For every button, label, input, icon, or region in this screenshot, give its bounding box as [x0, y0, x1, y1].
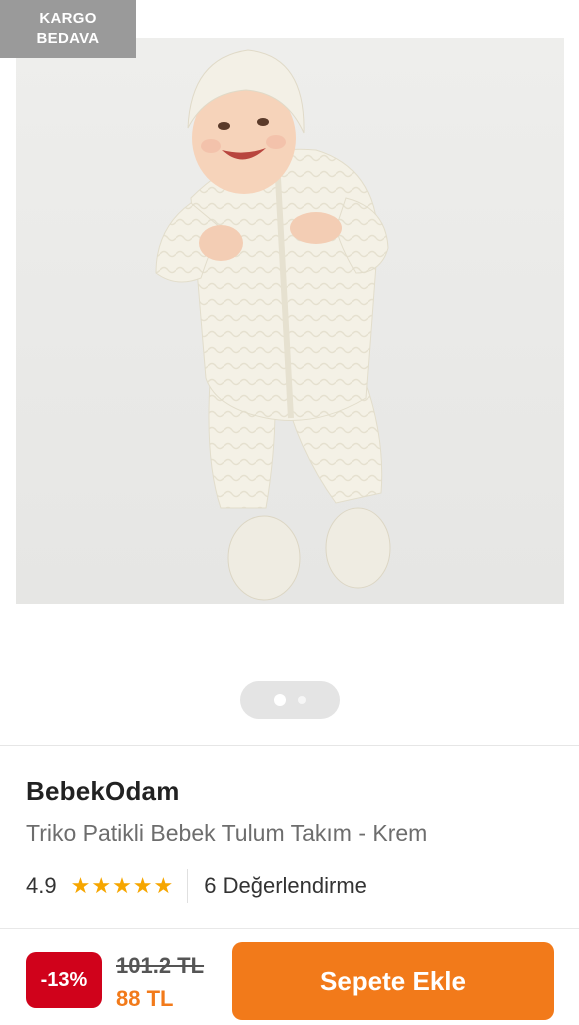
- badge-line-2: BEDAVA: [36, 30, 100, 47]
- pagination-dot[interactable]: [298, 696, 306, 704]
- gallery-pagination[interactable]: [240, 681, 340, 719]
- add-to-cart-button[interactable]: Sepete Ekle: [232, 942, 554, 1020]
- baby-romper-illustration: [155, 49, 391, 601]
- star-icon: ★: [132, 873, 153, 898]
- rating-value: 4.9: [26, 873, 57, 898]
- product-gallery[interactable]: KARGO BEDAVA: [0, 0, 579, 745]
- pagination-dot-active[interactable]: [274, 694, 286, 706]
- discount-badge: -13%: [26, 952, 102, 1008]
- brand-name[interactable]: BebekOdam: [26, 776, 180, 807]
- star-icon: ★: [112, 873, 132, 898]
- current-price: 88 TL: [116, 986, 174, 1011]
- rating-stars: ★ ★ ★ ★ ★: [71, 875, 174, 897]
- badge-line-1: KARGO: [39, 10, 97, 27]
- star-icon: ★: [91, 873, 112, 898]
- rating-row[interactable]: 4.9 ★ ★ ★ ★ ★ 6 Değerlendirme: [26, 868, 367, 904]
- star-icon: ★: [153, 873, 174, 898]
- star-icon: ★: [70, 873, 91, 898]
- divider: [0, 745, 579, 746]
- rating-separator: [187, 869, 189, 903]
- old-price: 101.2 TL: [116, 953, 205, 978]
- product-image[interactable]: [16, 38, 564, 604]
- review-count-link[interactable]: 6 Değerlendirme: [204, 873, 367, 899]
- free-shipping-badge: KARGO BEDAVA: [0, 0, 136, 58]
- product-title: Triko Patikli Bebek Tulum Takım - Krem: [26, 820, 428, 846]
